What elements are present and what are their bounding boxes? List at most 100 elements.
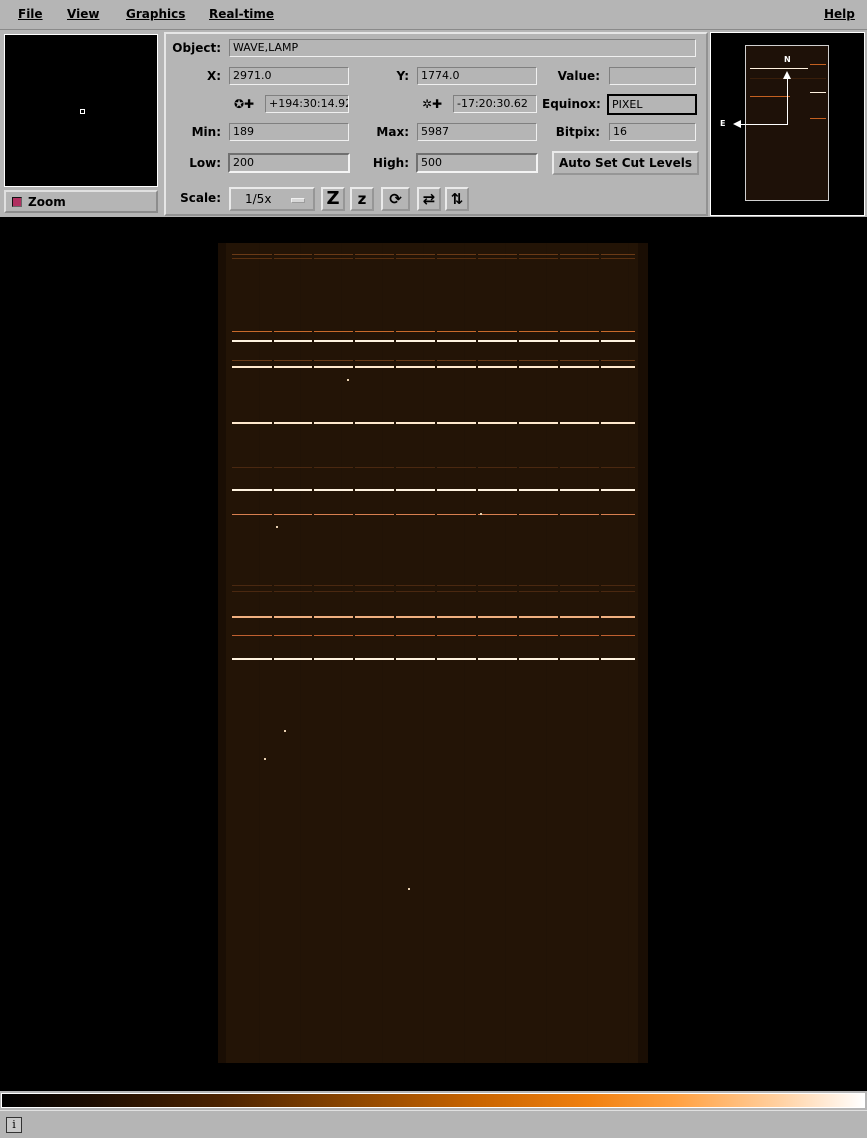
object-field[interactable]: WAVE,LAMP — [229, 39, 696, 57]
menu-view[interactable]: View — [67, 7, 99, 21]
slit-gap — [353, 616, 355, 618]
slit-gap — [476, 360, 478, 361]
slit-gap — [353, 467, 355, 468]
zoom-window[interactable] — [4, 34, 158, 187]
slit-gap — [435, 467, 437, 468]
slit-gap — [476, 366, 478, 368]
menu-help[interactable]: Help — [824, 7, 855, 21]
slit-gap — [517, 585, 519, 586]
slit-gap — [599, 258, 601, 259]
zoom-out-button[interactable]: z — [350, 187, 374, 211]
min-label: Min: — [191, 125, 221, 139]
slit-gap — [558, 635, 560, 636]
spectral-line — [232, 422, 635, 424]
zoom-toggle-button[interactable]: Zoom — [4, 190, 158, 213]
menu-file[interactable]: File — [18, 7, 43, 21]
slit-gap — [476, 422, 478, 424]
slit-gap — [394, 658, 396, 660]
option-menu-indicator — [291, 198, 305, 203]
zoom-cursor-marker — [80, 109, 85, 114]
compass-north-line — [787, 78, 788, 124]
slit-gap — [272, 658, 274, 660]
max-label: Max: — [376, 125, 409, 139]
rotate-button[interactable]: ⟳ — [381, 187, 410, 211]
y-field[interactable]: 1774.0 — [417, 67, 537, 85]
min-field[interactable]: 189 — [229, 123, 349, 141]
slit-gap — [312, 340, 314, 342]
slit-gap — [394, 366, 396, 368]
slit-gap — [312, 366, 314, 368]
slit-gap — [353, 254, 355, 255]
slit-gap — [435, 591, 437, 592]
slit-gap — [272, 331, 274, 332]
slit-gap — [312, 422, 314, 424]
bitpix-field[interactable]: 16 — [609, 123, 696, 141]
info-icon[interactable]: i — [6, 1117, 22, 1133]
slit-gap — [599, 331, 601, 332]
bitpix-label: Bitpix: — [555, 125, 600, 139]
zoom-checkbox[interactable] — [12, 197, 22, 207]
spectral-line — [232, 635, 635, 636]
slit-gap — [272, 514, 274, 515]
low-label: Low: — [189, 156, 221, 170]
slit-gap — [476, 591, 478, 592]
slit-gap — [353, 585, 355, 586]
menu-realtime[interactable]: Real-time — [209, 7, 274, 21]
zoom-label: Zoom — [28, 195, 66, 209]
slit-gap — [558, 658, 560, 660]
hot-pixel — [264, 758, 266, 760]
slit-gap — [558, 616, 560, 618]
image-canvas[interactable] — [0, 217, 867, 1091]
slit-gap — [435, 254, 437, 255]
low-input[interactable]: 200 — [228, 153, 350, 173]
compass-east-label: E — [720, 119, 726, 128]
slit-gap — [599, 514, 601, 515]
colorbar[interactable] — [1, 1093, 865, 1108]
high-input[interactable]: 500 — [416, 153, 538, 173]
slit-gap — [558, 254, 560, 255]
rotate-icon: ⟳ — [389, 190, 402, 208]
slit-gap — [476, 489, 478, 491]
spectral-line — [232, 254, 635, 255]
slit-gap — [517, 331, 519, 332]
slit-gap — [353, 366, 355, 368]
slit-gap — [272, 258, 274, 259]
slit-gap — [558, 258, 560, 259]
spectrum-image[interactable] — [218, 243, 648, 1063]
slit-gap — [435, 258, 437, 259]
slit-gap — [476, 635, 478, 636]
slit-gap — [517, 366, 519, 368]
slit-gap — [558, 340, 560, 342]
slit-gap — [312, 258, 314, 259]
hot-pixel — [480, 513, 482, 515]
ra-field[interactable]: +194:30:14.92 — [265, 95, 349, 113]
scale-option-menu[interactable]: 1/5x — [229, 187, 315, 211]
slit-gap — [394, 585, 396, 586]
slit-gap — [476, 616, 478, 618]
flip-x-button[interactable]: ⇄ — [417, 187, 441, 211]
slit-gap — [558, 422, 560, 424]
slit-gap — [312, 360, 314, 361]
spectral-line — [232, 585, 635, 586]
x-field[interactable]: 2971.0 — [229, 67, 349, 85]
zoom-in-button[interactable]: Z — [321, 187, 345, 211]
slit-gap — [599, 254, 601, 255]
slit-gap — [272, 616, 274, 618]
equinox-field[interactable]: PIXEL — [607, 94, 697, 115]
compass-east-arrow-icon — [733, 120, 741, 128]
flip-y-icon: ⇅ — [450, 190, 464, 208]
max-field[interactable]: 5987 — [417, 123, 537, 141]
slit-gap — [435, 331, 437, 332]
dec-field[interactable]: -17:20:30.62 — [453, 95, 537, 113]
pan-window[interactable]: N E — [710, 32, 865, 216]
value-field[interactable] — [609, 67, 696, 85]
flip-y-button[interactable]: ⇅ — [445, 187, 469, 211]
scale-value: 1/5x — [245, 192, 272, 206]
slit-gap — [558, 366, 560, 368]
slit-gap — [272, 360, 274, 361]
menu-graphics[interactable]: Graphics — [126, 7, 185, 21]
slit-gap — [394, 616, 396, 618]
auto-set-cut-levels-button[interactable]: Auto Set Cut Levels — [552, 151, 699, 175]
slit-gap — [394, 258, 396, 259]
equinox-label: Equinox: — [542, 97, 601, 111]
